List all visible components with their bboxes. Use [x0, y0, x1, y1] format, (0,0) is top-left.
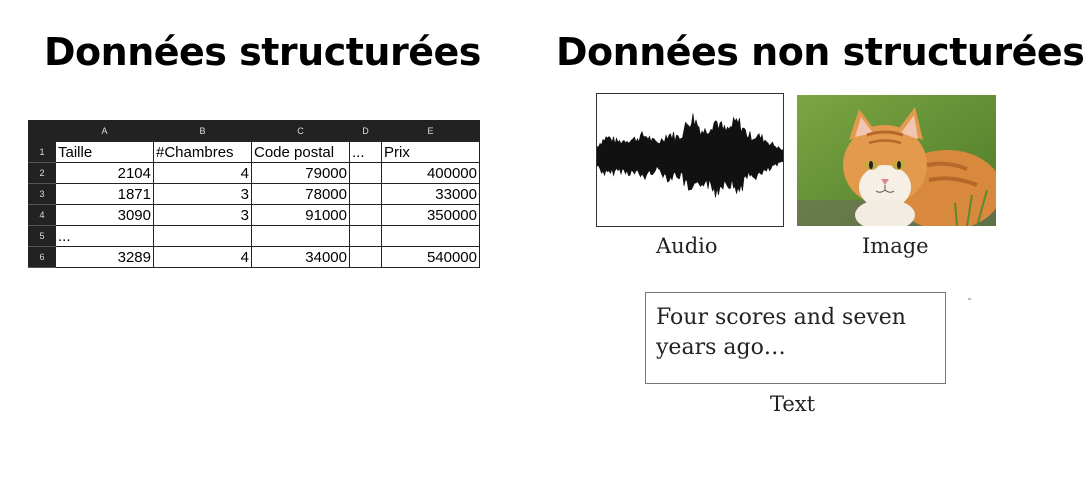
table-cell[interactable]: 3	[153, 204, 252, 226]
table-cell[interactable]: 79000	[251, 162, 350, 184]
row-header[interactable]: 5	[28, 225, 56, 247]
audio-caption: Audio	[656, 234, 718, 258]
text-sample-content: Four scores and seven years ago…	[656, 305, 906, 360]
table-cell[interactable]: 4	[153, 246, 252, 268]
table-row: 4 3090 3 91000 350000	[28, 204, 480, 226]
corner-cell	[28, 120, 56, 142]
table-cell[interactable]	[349, 246, 382, 268]
audio-waveform-graphic	[596, 113, 784, 198]
table-cell[interactable]: 400000	[381, 162, 480, 184]
table-cell[interactable]: 2104	[55, 162, 154, 184]
table-cell[interactable]: 3289	[55, 246, 154, 268]
row-header[interactable]: 1	[28, 141, 56, 163]
column-header-b[interactable]: B	[153, 120, 252, 142]
table-row: 2 2104 4 79000 400000	[28, 162, 480, 184]
table-cell[interactable]: 91000	[251, 204, 350, 226]
table-cell[interactable]	[381, 225, 480, 247]
row-header[interactable]: 2	[28, 162, 56, 184]
text-sample-box: Four scores and seven years ago…	[645, 292, 946, 384]
table-cell[interactable]	[349, 162, 382, 184]
stray-mark	[968, 298, 971, 300]
table-cell[interactable]	[251, 225, 350, 247]
column-header-a[interactable]: A	[55, 120, 154, 142]
row-header[interactable]: 4	[28, 204, 56, 226]
image-caption: Image	[862, 234, 929, 258]
table-cell[interactable]: 3090	[55, 204, 154, 226]
column-header-e[interactable]: E	[381, 120, 480, 142]
column-header-row: A B C D E	[28, 120, 480, 142]
table-row: 3 1871 3 78000 33000	[28, 183, 480, 205]
table-cell[interactable]: 350000	[381, 204, 480, 226]
table-cell[interactable]: Prix	[381, 141, 480, 163]
table-row: 6 3289 4 34000 540000	[28, 246, 480, 268]
table-cell[interactable]	[153, 225, 252, 247]
table-cell[interactable]	[349, 225, 382, 247]
unstructured-data-title: Données non structurées	[556, 30, 1085, 74]
table-cell[interactable]: ...	[349, 141, 382, 163]
table-cell[interactable]: 4	[153, 162, 252, 184]
table-cell[interactable]: 3	[153, 183, 252, 205]
table-cell[interactable]: 78000	[251, 183, 350, 205]
table-row: 1 Taille #Chambres Code postal ... Prix	[28, 141, 480, 163]
table-cell[interactable]: #Chambres	[153, 141, 252, 163]
column-header-c[interactable]: C	[251, 120, 350, 142]
row-header[interactable]: 3	[28, 183, 56, 205]
table-cell[interactable]	[349, 204, 382, 226]
cat-photo-graphic	[797, 95, 996, 226]
table-cell[interactable]	[349, 183, 382, 205]
table-row: 5 ...	[28, 225, 480, 247]
row-header[interactable]: 6	[28, 246, 56, 268]
table-cell[interactable]: Taille	[55, 141, 154, 163]
table-cell[interactable]: 33000	[381, 183, 480, 205]
table-cell[interactable]: 34000	[251, 246, 350, 268]
text-caption: Text	[770, 392, 816, 416]
table-cell[interactable]: 540000	[381, 246, 480, 268]
structured-data-title: Données structurées	[44, 30, 481, 74]
column-header-d[interactable]: D	[349, 120, 382, 142]
audio-waveform-panel	[596, 93, 784, 227]
table-cell[interactable]: ...	[55, 225, 154, 247]
spreadsheet-table: A B C D E 1 Taille #Chambres Code postal…	[28, 120, 480, 268]
table-cell[interactable]: 1871	[55, 183, 154, 205]
table-cell[interactable]: Code postal	[251, 141, 350, 163]
cat-image	[797, 95, 996, 226]
